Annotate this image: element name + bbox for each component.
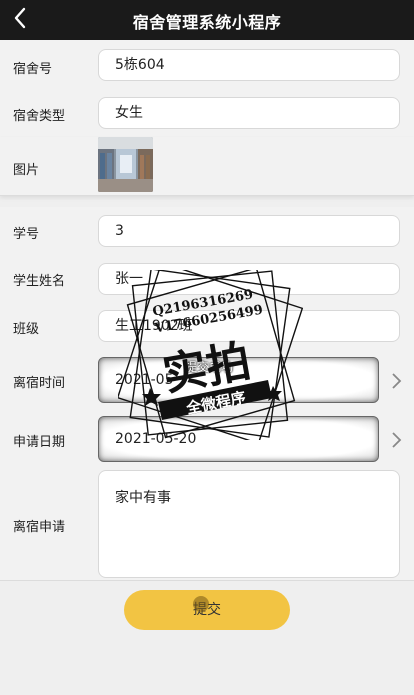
form-row-image: 图片 [0,137,414,196]
form-row-dorm-type: 宿舍类型 女生 [0,92,414,138]
chevron-right-icon[interactable] [390,372,402,390]
student-id-field[interactable]: 3 [98,215,400,247]
dorm-no-label: 宿舍号 [13,62,53,77]
leave-time-label: 离宿时间 [13,376,66,391]
leave-apply-label: 离宿申请 [13,520,66,535]
form-row-dorm-no: 宿舍号 5栋604 [0,40,414,93]
dorm-photo[interactable] [98,137,153,192]
class-label: 班级 [13,322,40,337]
touch-cursor [193,596,209,612]
navigation-bar: 宿舍管理系统小程序 [0,0,414,40]
student-name-label: 学生姓名 [13,274,66,289]
dorm-no-field[interactable]: 5栋604 [98,49,400,81]
chevron-right-icon[interactable] [390,431,402,449]
watermark-stamp: Q2196316269 V17660256499 实拍 全微程序 [118,270,303,440]
page-title: 宿舍管理系统小程序 [132,13,282,32]
dorm-type-label: 宿舍类型 [13,109,66,124]
dorm-type-field[interactable]: 女生 [98,97,400,129]
submit-button[interactable]: 提交 [124,590,290,630]
student-id-label: 学号 [13,227,40,242]
image-label: 图片 [13,163,40,178]
apply-date-label: 申请日期 [13,435,66,450]
form-row-student-id: 学号 3 [0,207,414,255]
leave-apply-textarea[interactable]: 家中有事 [98,470,400,578]
